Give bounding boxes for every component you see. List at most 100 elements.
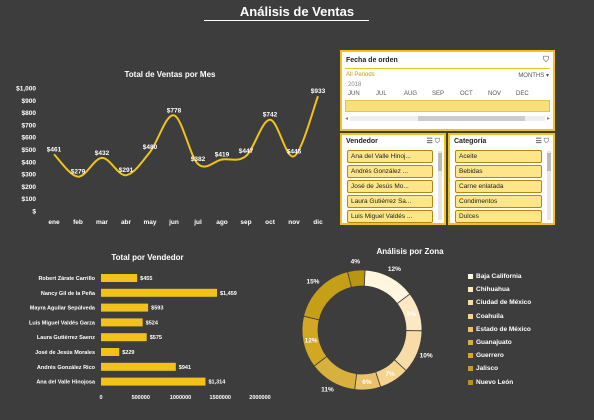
legend-item: Estado de México xyxy=(468,323,588,336)
donut-slice xyxy=(363,269,411,305)
legend-label: Jalisco xyxy=(476,365,499,373)
legend-label: Chihuahua xyxy=(476,286,510,294)
month-label[interactable]: JUL xyxy=(376,91,404,97)
x-tick-label: may xyxy=(143,219,156,226)
vendedor-slicer-title: Vendedor xyxy=(346,138,378,145)
slice-percent-label: 15% xyxy=(306,278,319,285)
bar-value-label: $575 xyxy=(150,335,162,341)
categoria-scrollbar[interactable] xyxy=(547,151,551,220)
categoria-slicer[interactable]: Categoría ☰ ⛉ Aceite Bebidas Carne enlatad… xyxy=(448,133,555,225)
x-tick-label: 0 xyxy=(99,395,102,401)
vendedor-bar xyxy=(101,303,149,312)
categoria-item[interactable]: Dulces xyxy=(455,210,542,223)
multi-select-icon[interactable]: ☰ xyxy=(427,138,433,145)
categoria-slicer-title: Categoría xyxy=(454,138,487,145)
data-label: $279 xyxy=(71,169,86,176)
vendedor-item[interactable]: José de Jesús Mo... xyxy=(347,180,433,193)
bar-value-label: $941 xyxy=(179,365,191,371)
vendedor-bar xyxy=(101,274,138,282)
vendedor-bar xyxy=(101,377,206,386)
bar-value-label: $1,459 xyxy=(220,291,237,297)
vendedor-name-label: Robert Zárate Carrillo xyxy=(38,276,95,282)
bar-value-label: $524 xyxy=(146,320,159,326)
clear-filter-icon[interactable]: ⛉ xyxy=(435,138,440,145)
categoria-item[interactable]: Bebidas xyxy=(455,165,542,178)
data-label: $742 xyxy=(263,112,278,119)
year-label: 2018 xyxy=(348,82,362,88)
legend-item: Nuevo León xyxy=(468,376,588,389)
month-label[interactable]: AUG xyxy=(404,91,432,97)
x-tick-label: jul xyxy=(193,219,202,226)
vendedor-slicer[interactable]: Vendedor ☰ ⛉ Ana del Valle Hinoj... André… xyxy=(340,133,446,225)
legend-swatch xyxy=(468,366,473,372)
legend-item: Jalisco xyxy=(468,362,588,375)
month-label[interactable]: OCT xyxy=(460,91,488,97)
y-tick-label: $1,000 xyxy=(16,86,36,93)
vendedor-item[interactable]: Luis Miguel Valdés ... xyxy=(347,210,433,223)
y-tick-label: $400 xyxy=(22,159,37,166)
legend-swatch xyxy=(468,340,473,346)
timeline-scrollbar[interactable]: ◂ ▸ xyxy=(345,115,550,122)
legend-swatch xyxy=(468,379,473,385)
y-tick-label: $100 xyxy=(22,196,37,203)
line-chart: $1,000 $900 $800 $700 $600 $500 $400 $300 $200 $1… xyxy=(16,86,326,227)
legend-swatch xyxy=(468,300,473,306)
data-label: $382 xyxy=(191,156,206,163)
month-label[interactable]: SEP xyxy=(432,91,460,97)
sales-line xyxy=(53,95,319,178)
categoria-item[interactable]: Condimentos xyxy=(455,195,542,208)
slice-percent-label: 4% xyxy=(351,258,361,265)
data-label: $432 xyxy=(95,150,110,157)
data-label: $445 xyxy=(287,148,302,155)
x-tick-label: oct xyxy=(265,219,276,226)
month-label[interactable]: NOV xyxy=(488,91,516,97)
vendedor-scrollbar[interactable] xyxy=(438,151,442,220)
bar-value-label: $593 xyxy=(151,306,163,312)
period-dropdown[interactable]: MONTHS ▾ xyxy=(518,72,549,79)
vendedor-item[interactable]: Andrés González ... xyxy=(347,165,433,178)
data-label: $461 xyxy=(47,146,62,153)
month-label[interactable]: DEC xyxy=(516,91,544,97)
x-tick-label: 1000000 xyxy=(170,395,191,401)
legend-swatch xyxy=(468,274,473,280)
clear-filter-icon[interactable]: ⛉ xyxy=(543,55,549,65)
multi-select-icon[interactable]: ☰ xyxy=(536,138,542,145)
categoria-item[interactable]: Carne enlatada xyxy=(455,180,542,193)
line-chart-title: Total de Ventas por Mes xyxy=(124,70,216,79)
legend-item: Coahuila xyxy=(468,310,588,323)
x-tick-label: 2000000 xyxy=(249,395,270,401)
data-label: $778 xyxy=(167,107,182,114)
page-title: Análisis de Ventas xyxy=(239,4,355,19)
clear-filter-icon[interactable]: ⛉ xyxy=(544,138,549,145)
x-tick-label: ago xyxy=(216,219,228,226)
legend-item: Baja California xyxy=(468,270,588,283)
legend-swatch xyxy=(468,287,473,293)
bar-value-label: $229 xyxy=(122,350,134,356)
scroll-left-icon[interactable]: ◂ xyxy=(345,115,348,122)
timeline-bar[interactable] xyxy=(345,100,550,112)
date-slicer[interactable]: Fecha de orden ⛉ All Periods MONTHS ▾ 20… xyxy=(340,50,555,131)
vendedor-bar xyxy=(101,348,120,356)
donut-legend: Baja California Chihuahua Ciudad de México… xyxy=(468,270,588,389)
bar-chart: Robert Zárate Carrillo $455 Nancy Gil de l… xyxy=(29,274,271,401)
slice-percent-label: 9% xyxy=(407,311,417,318)
data-label: $291 xyxy=(119,167,134,174)
vendedor-item[interactable]: Laura Gutiérrez Sa... xyxy=(347,195,433,208)
vendedor-item[interactable]: Ana del Valle Hinoj... xyxy=(347,150,433,163)
legend-label: Guanajuato xyxy=(476,339,512,347)
chevron-down-icon: ▾ xyxy=(545,73,549,79)
scroll-right-icon[interactable]: ▸ xyxy=(547,115,550,122)
donut-chart: 12% 9% 10% 7% 6% 11% 12% 15% 4% xyxy=(301,258,433,394)
vendedor-name-label: Luis Miguel Valdés Garza xyxy=(29,320,96,326)
legend-item: Ciudad de México xyxy=(468,296,588,309)
vendedor-name-label: Ana del Valle Hinojosa xyxy=(36,380,96,386)
slice-percent-label: 12% xyxy=(388,266,401,273)
slice-percent-label: 11% xyxy=(321,387,334,394)
bar-value-label: $455 xyxy=(140,276,152,282)
vendedor-name-label: Laura Gutiérrez Saenz xyxy=(37,335,95,341)
categoria-item[interactable]: Aceite xyxy=(455,150,542,163)
month-label[interactable]: JUN xyxy=(348,91,376,97)
date-slicer-title: Fecha de orden xyxy=(346,56,398,64)
y-tick-label: $200 xyxy=(22,184,37,191)
vendedor-bar xyxy=(101,318,143,327)
